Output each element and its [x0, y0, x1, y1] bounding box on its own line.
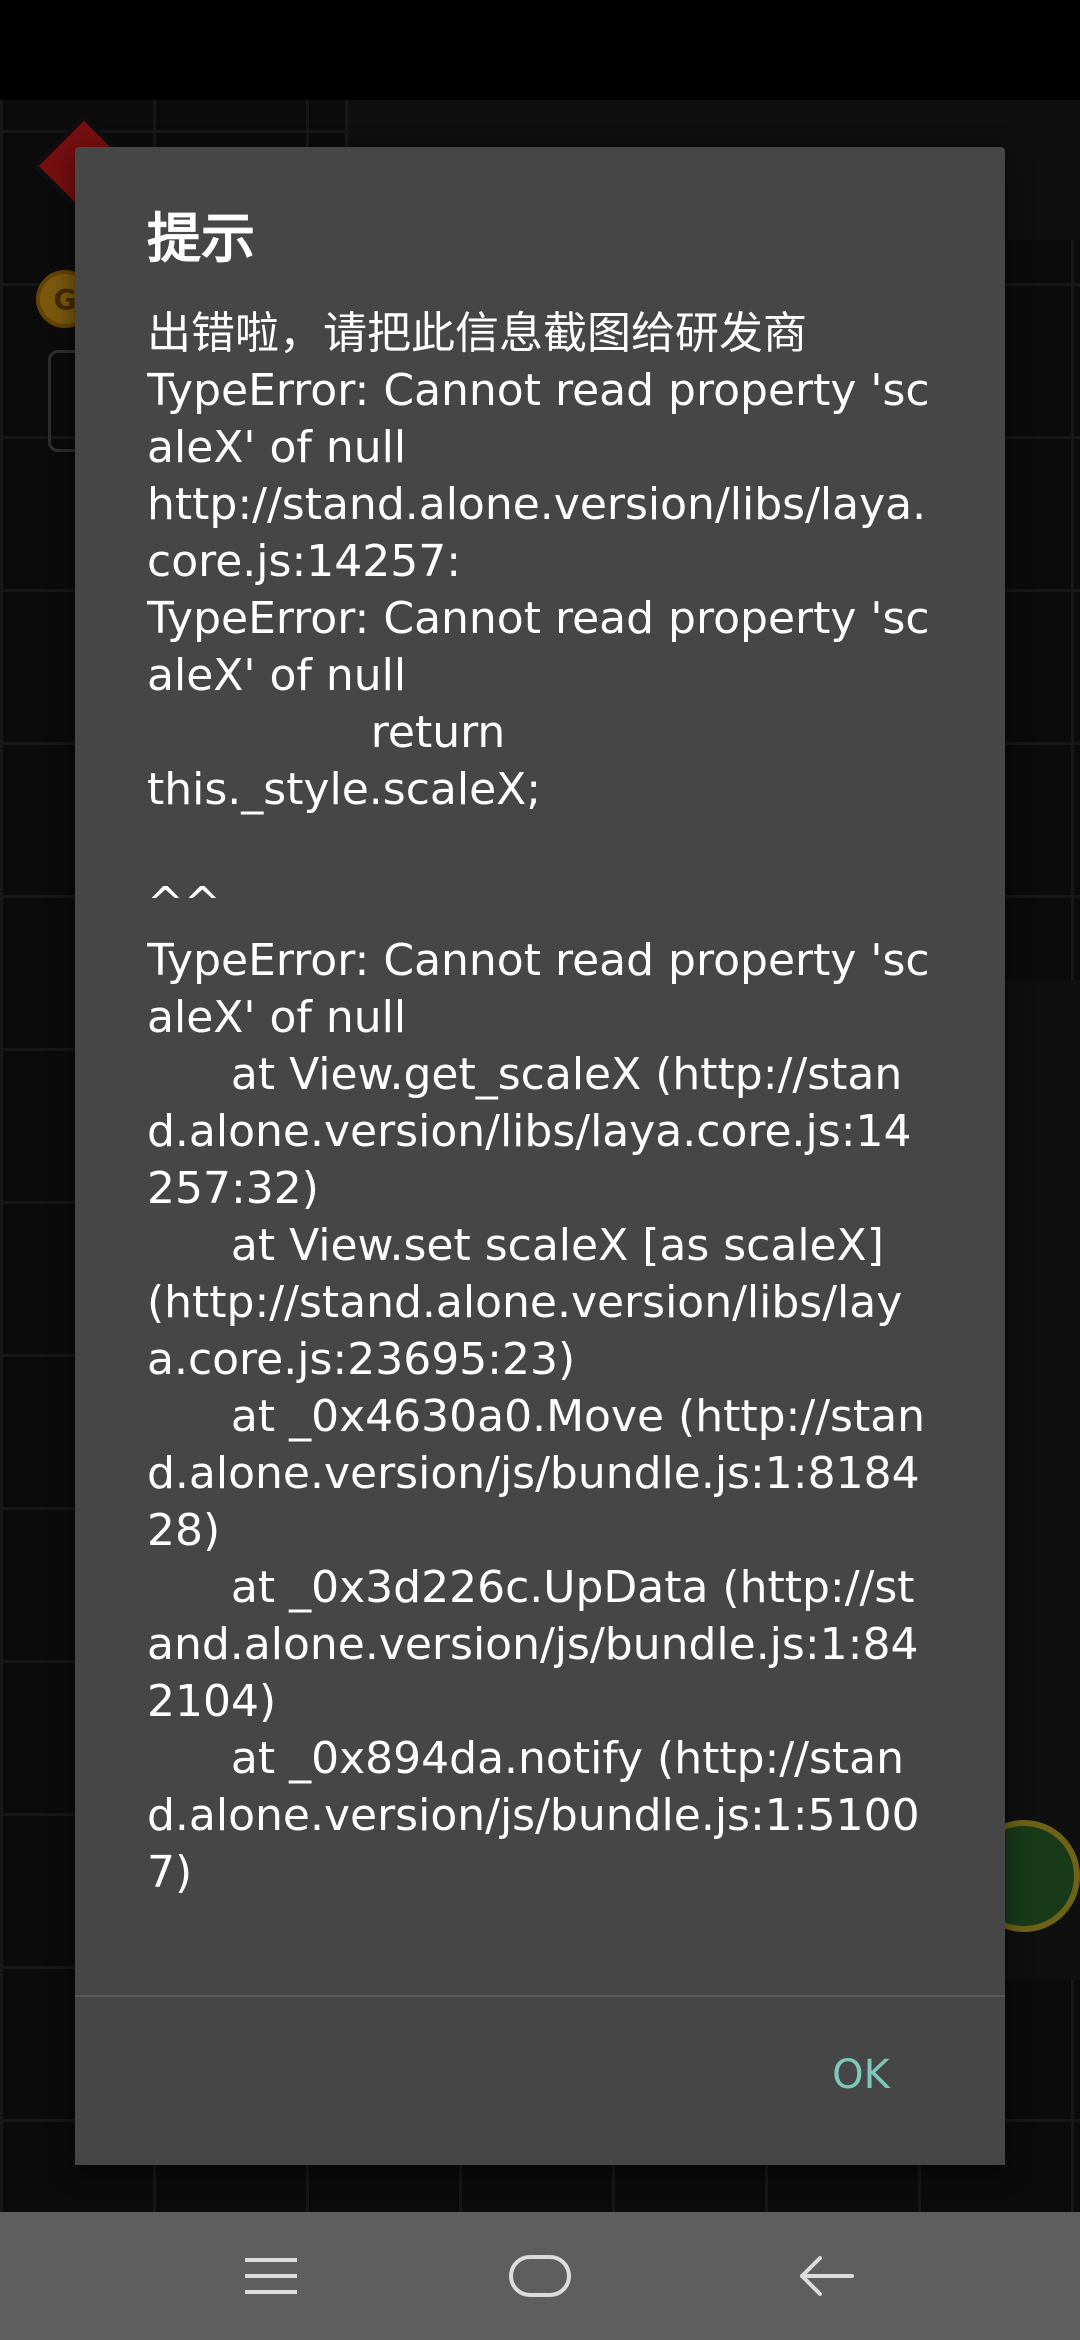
- dialog-message[interactable]: 出错啦，请把此信息截图给研发商 TypeError: Cannot read p…: [147, 305, 933, 2137]
- home-icon: [509, 2255, 571, 2297]
- navigation-bar: [0, 2212, 1080, 2340]
- menu-button[interactable]: [223, 2236, 319, 2316]
- dialog-title: 提示: [147, 207, 255, 270]
- status-bar: [0, 0, 1080, 100]
- ok-button[interactable]: OK: [801, 2037, 921, 2113]
- back-button[interactable]: [778, 2236, 874, 2316]
- error-dialog: 提示 出错啦，请把此信息截图给研发商 TypeError: Cannot rea…: [75, 147, 1005, 2165]
- menu-icon: [245, 2258, 297, 2294]
- dialog-actions: OK: [75, 1997, 1005, 2165]
- back-arrow-icon: [800, 2256, 854, 2296]
- home-button[interactable]: [492, 2236, 588, 2316]
